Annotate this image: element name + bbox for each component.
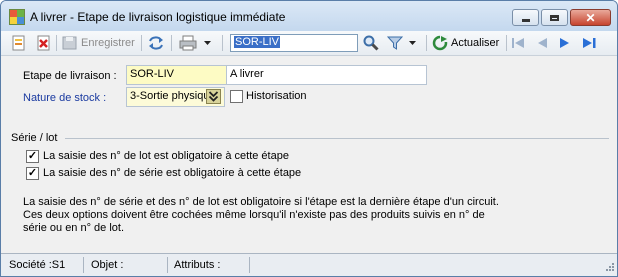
nature-stock-dropdown-button[interactable] (206, 89, 221, 104)
close-icon: ✕ (585, 10, 596, 25)
maximize-icon (550, 14, 559, 21)
etape-description-field[interactable]: A livrer (226, 65, 427, 85)
historisation-checkbox[interactable] (230, 90, 243, 103)
nature-stock-label[interactable]: Nature de stock : (23, 92, 106, 104)
filter-button[interactable] (387, 35, 403, 51)
status-bar: Société :S1 Objet : Attributs : (1, 253, 617, 276)
minimize-button[interactable] (512, 9, 539, 26)
last-record-button[interactable] (582, 35, 598, 51)
first-record-icon (512, 38, 524, 48)
nature-stock-value: 3-Sortie physiqu (130, 90, 210, 102)
status-objet: Objet : (91, 259, 124, 271)
refresh-icon (432, 35, 448, 51)
actualiser-button[interactable]: Actualiser (432, 35, 499, 51)
window: A livrer - Etape de livraison logistique… (0, 0, 618, 277)
last-record-icon (583, 38, 596, 48)
dropdown-arrow-icon (409, 41, 416, 45)
next-record-button[interactable] (559, 35, 571, 51)
close-button[interactable]: ✕ (570, 9, 611, 26)
previous-record-button[interactable] (536, 35, 548, 51)
actualiser-label: Actualiser (451, 37, 500, 49)
refresh-arrows-icon (149, 36, 163, 50)
search-input[interactable]: SOR-LIV (230, 34, 358, 52)
help-text-line-1: La saisie des n° de série et des n° de l… (23, 196, 499, 208)
serie-checkbox[interactable]: ✓ (26, 167, 39, 180)
refresh-arrows-button[interactable] (147, 35, 165, 51)
lot-checkbox-label: La saisie des n° de lot est obligatoire … (43, 150, 289, 162)
first-record-button[interactable] (511, 35, 525, 51)
previous-record-icon (538, 38, 547, 48)
filter-icon (387, 36, 403, 50)
search-button[interactable] (363, 35, 379, 51)
status-societe: Société :S1 (9, 259, 66, 271)
print-button[interactable] (179, 35, 197, 51)
etape-label: Etape de livraison : (23, 70, 117, 82)
resize-grip-icon[interactable] (603, 262, 615, 274)
new-icon (12, 35, 25, 51)
serie-lot-section-title: Série / lot (11, 132, 58, 144)
new-button[interactable] (11, 35, 27, 51)
save-button-label: Enregistrer (81, 37, 135, 49)
maximize-button[interactable] (541, 9, 568, 26)
window-title: A livrer - Etape de livraison logistique… (30, 10, 286, 24)
print-icon (179, 35, 197, 51)
historisation-label: Historisation (246, 90, 307, 102)
search-icon (363, 35, 379, 51)
help-text-line-2: Ces deux options doivent être cochées mê… (23, 209, 485, 221)
title-bar: A livrer - Etape de livraison logistique… (1, 1, 617, 31)
delete-button[interactable] (36, 35, 52, 51)
search-input-value: SOR-LIV (234, 36, 281, 48)
filter-dropdown-button[interactable] (408, 35, 417, 51)
section-divider (65, 138, 609, 139)
serie-checkbox-label: La saisie des n° de série est obligatoir… (43, 167, 302, 179)
dropdown-arrow-icon (204, 41, 211, 45)
delete-icon (37, 35, 50, 51)
print-dropdown-button[interactable] (203, 35, 212, 51)
save-icon (62, 36, 77, 50)
next-record-icon (560, 38, 569, 48)
save-button[interactable]: Enregistrer (62, 35, 135, 51)
status-attributs: Attributs : (174, 259, 221, 271)
help-text-line-3: série ou en n° de lot. (23, 222, 125, 234)
minimize-icon (521, 19, 530, 22)
lot-checkbox[interactable]: ✓ (26, 150, 39, 163)
double-chevron-down-icon (208, 91, 219, 102)
app-icon (9, 9, 25, 25)
etape-code-field[interactable]: SOR-LIV (126, 65, 227, 85)
